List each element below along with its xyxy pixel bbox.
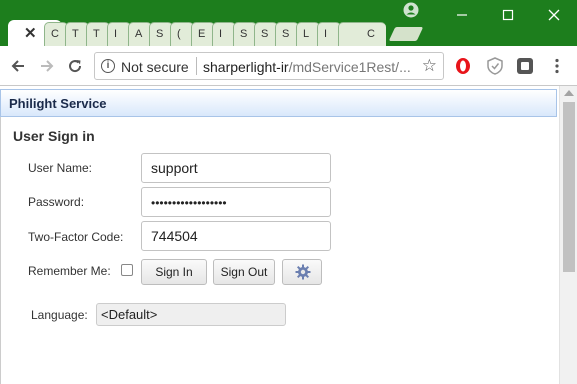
tab-label: S (261, 28, 269, 40)
tab-label: L (303, 28, 310, 40)
back-arrow-icon (11, 60, 24, 72)
opera-extension-icon[interactable] (454, 57, 472, 75)
extension-icon[interactable] (516, 57, 534, 75)
tab-label: I (114, 28, 118, 40)
profile-icon[interactable] (403, 2, 419, 18)
tab-label: S (282, 28, 290, 40)
security-label[interactable]: Not secure (121, 59, 189, 75)
tab-label: I (219, 28, 223, 40)
minimize-icon (457, 14, 467, 16)
browser-toolbar: i Not secure sharperlight-ir/mdService1R… (0, 46, 577, 86)
vertical-scrollbar[interactable] (559, 86, 577, 384)
signout-button[interactable]: Sign Out (213, 259, 275, 285)
close-tab-icon[interactable]: ✕ (24, 24, 37, 42)
maximize-icon (502, 9, 514, 21)
reload-button[interactable] (64, 55, 86, 77)
tab-label: T (72, 28, 79, 40)
bookmark-star-icon[interactable]: ☆ (422, 56, 437, 76)
signin-button[interactable]: Sign In (141, 259, 207, 285)
url-host: sharperlight-ir (203, 59, 289, 75)
forward-button[interactable] (36, 55, 58, 77)
reload-icon (69, 60, 82, 73)
tab-label: I (324, 28, 328, 40)
page-content: Philight Service User Sign in User Name:… (0, 86, 559, 384)
password-label: Password: (28, 195, 85, 209)
tab-label: T (93, 28, 100, 40)
address-divider (196, 57, 197, 75)
tab-label: A (135, 28, 143, 40)
tab[interactable]: C (338, 22, 386, 46)
scroll-up-arrow-icon[interactable] (564, 90, 574, 96)
forward-arrow-icon (41, 60, 54, 72)
address-bar[interactable]: i Not secure sharperlight-ir/mdService1R… (94, 52, 444, 80)
tab-label: S (156, 28, 164, 40)
maximize-button[interactable] (485, 0, 531, 30)
remember-checkbox[interactable] (121, 264, 133, 276)
shield-extension-icon[interactable] (486, 57, 504, 75)
title-bar: ✕ C T T I A S ( E I S S S L I C (0, 0, 577, 46)
scrollbar-thumb[interactable] (563, 102, 575, 272)
close-window-button[interactable] (531, 0, 577, 30)
tab-label: C (51, 28, 59, 40)
close-icon (548, 9, 560, 21)
url-path: /mdService1Rest/... (288, 59, 411, 75)
signin-title: User Sign in (13, 128, 95, 144)
tab-label: E (198, 28, 206, 40)
menu-kebab-icon[interactable] (548, 57, 566, 75)
language-select[interactable]: <Default> (96, 303, 286, 326)
username-input[interactable]: support (141, 153, 331, 183)
gear-icon (295, 264, 311, 280)
url-text[interactable]: sharperlight-ir/mdService1Rest/... (203, 59, 413, 75)
tab-label: C (367, 28, 375, 40)
twofactor-label: Two-Factor Code: (28, 230, 124, 244)
info-icon[interactable]: i (101, 59, 115, 73)
password-input[interactable]: •••••••••••••••••• (141, 187, 331, 217)
browser-window: ✕ C T T I A S ( E I S S S L I C i Not se… (0, 0, 577, 384)
settings-button[interactable] (282, 259, 322, 285)
remember-label: Remember Me: (28, 264, 111, 278)
tab-label: S (240, 28, 248, 40)
signin-panel: User Sign in User Name: support Password… (0, 117, 557, 384)
tab-label: ( (177, 28, 181, 40)
minimize-button[interactable] (439, 0, 485, 30)
app-title: Philight Service (9, 96, 107, 111)
language-label: Language: (31, 308, 88, 322)
back-button[interactable] (7, 55, 29, 77)
username-label: User Name: (28, 161, 93, 175)
app-header: Philight Service (0, 89, 557, 117)
new-tab-button[interactable] (388, 27, 424, 41)
twofactor-input[interactable]: 744504 (141, 221, 331, 251)
